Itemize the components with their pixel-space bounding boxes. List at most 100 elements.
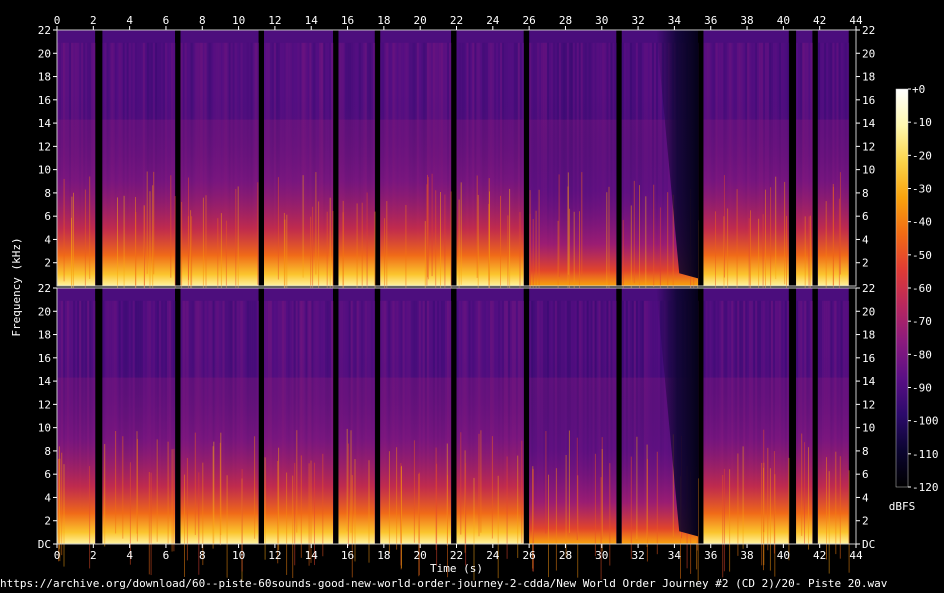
transient-streak [723,175,725,278]
x-tick-label-bottom: 4 [126,549,133,562]
x-tick-label-bottom: 40 [777,549,790,562]
audio-segment [703,30,790,322]
y-tick-label-right: 8 [862,187,869,200]
x-tick-label-bottom: 20 [414,549,427,562]
audio-segment [703,288,790,578]
audio-segment [264,288,334,579]
colorbar-tick-label: -20 [912,149,932,162]
transient-streak [808,447,809,550]
transient-streak [667,192,669,295]
x-tick-label-top: 4 [126,14,133,27]
audio-segment [817,30,850,304]
transient-streak [763,467,764,571]
transient-streak [219,442,221,546]
transient-streak [186,458,188,561]
audio-segment [102,288,176,576]
low-energy [456,352,524,544]
transient-streak [444,194,446,297]
transient-streak [63,464,65,567]
transient-streak [773,451,775,554]
y-tick-label-right: 18 [862,71,875,84]
transient-streak [346,428,348,532]
y-axis-title: Frequency (kHz) [10,237,23,336]
transient-streak [568,430,570,533]
colorbar-tick-label: -10 [912,116,932,129]
x-tick-label-bottom: 44 [849,549,863,562]
x-tick-label-bottom: 30 [595,549,608,562]
transient-streak [122,436,124,539]
transient-streak [742,446,744,549]
transient-streak [354,459,356,562]
transient-streak [500,195,501,299]
transient-streak [148,471,150,575]
x-tick-label-bottom: 12 [268,549,281,562]
x-tick-label-top: 0 [54,14,61,27]
transient-streak [460,432,462,535]
transient-streak [801,433,803,536]
x-tick-label-top: 10 [232,14,245,27]
transient-streak [347,443,349,546]
audio-segment [456,288,524,581]
x-tick-label-top: 22 [450,14,463,27]
y-tick-label-right: 2 [862,515,869,528]
x-tick-label-top: 14 [305,14,319,27]
transient-streak [497,475,499,579]
transient-streak [435,190,437,293]
y-tick-label-right: 20 [862,305,875,318]
y-tick-label-left: 14 [38,375,52,388]
y-tick-label-right: 16 [862,94,875,107]
transient-streak [396,447,398,550]
y-tick-label-left: 6 [44,468,51,481]
transient-streak [804,442,805,545]
transient-streak [565,454,567,558]
low-energy [264,94,334,286]
transient-streak [601,448,603,552]
audio-segment [264,30,334,323]
audio-segment [456,30,524,318]
transient-streak [413,440,415,543]
spectrogram-panels [56,29,857,581]
audio-segment [529,30,617,324]
transient-streak [545,431,547,534]
source-path-caption: https://archive.org/download/60--piste-6… [0,577,888,590]
audio-segment [621,288,699,581]
y-tick-label-left: 22 [38,282,51,295]
transient-streak [435,447,437,550]
transient-streak [736,189,738,292]
transient-streak [174,196,176,299]
transient-streak [835,451,837,555]
transient-streak [366,192,368,295]
transient-streak [645,196,647,299]
transient-streak [509,188,511,292]
transient-streak [427,174,428,278]
transient-streak [548,474,549,578]
x-tick-label-top: 20 [414,14,427,27]
transient-streak [300,455,302,558]
transient-streak [594,453,596,557]
transient-streak [506,456,508,559]
transient-streak [226,475,228,578]
colorbar-tick-label: -50 [912,249,932,262]
transient-streak [286,472,288,575]
transient-streak [136,431,138,534]
x-tick-label-bottom: 2 [90,549,97,562]
y-tick-label-right: 2 [862,257,869,270]
transient-streak [440,191,441,295]
transient-streak [302,175,304,278]
transient-streak [765,189,766,293]
transient-streak [450,191,452,294]
audio-segment [338,288,376,578]
y-tick-label-right: 8 [862,445,869,458]
low-energy [529,94,617,286]
y-tick-label-right: 12 [862,398,875,411]
x-tick-label-bottom: 22 [450,549,463,562]
transient-streak [277,177,279,280]
transient-streak [71,196,73,300]
colorbar-label: dBFS [889,500,916,513]
transient-streak [170,175,172,278]
colorbar-tick-label: -110 [912,448,939,461]
transient-streak [832,186,834,290]
transient-streak [149,191,151,294]
x-tick-label-bottom: 42 [813,549,826,562]
colorbar: +0 -10 -20 -30 -40 -50 -60 -70 -80 -90 -100 -110 -12… [889,83,939,513]
